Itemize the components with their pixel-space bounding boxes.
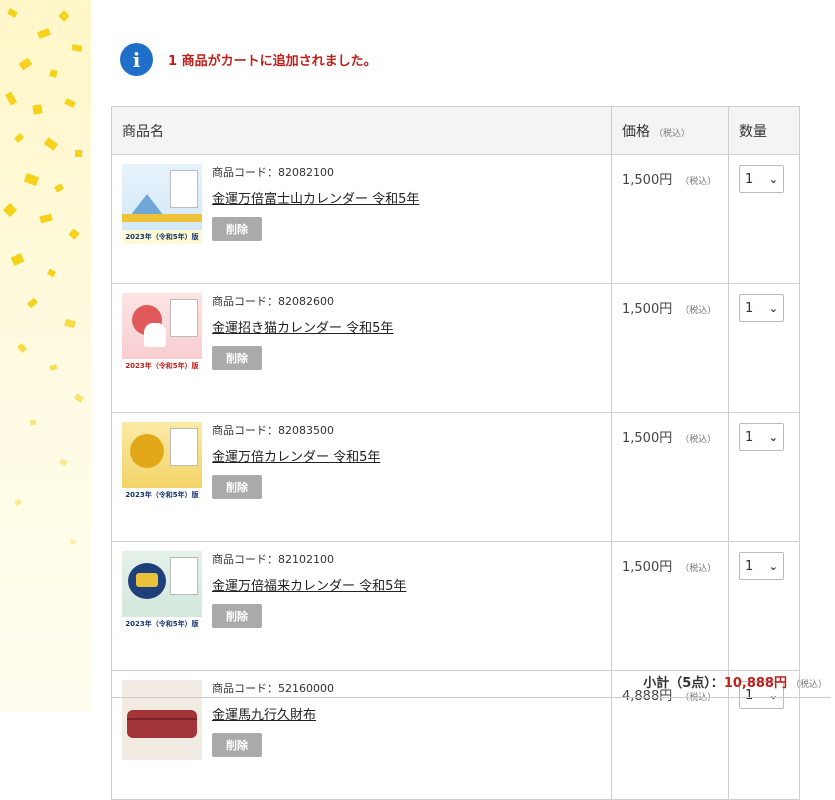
quantity-select[interactable]: 1 ⌄ [739,423,784,451]
delete-button[interactable]: 削除 [212,604,262,628]
product-code: 82082600 [278,295,334,308]
product-price: 1,500円 [622,560,673,575]
notice-message: 1 商品がカートに追加されました。 [168,54,377,69]
delete-button[interactable]: 削除 [212,217,262,241]
delete-button[interactable]: 削除 [212,475,262,499]
product-price: 1,500円 [622,302,673,317]
header-quantity: 数量 [728,106,800,155]
subtotal: 小計（5点）：10,888円 （税込） [643,672,827,691]
product-code: 52160000 [278,682,334,695]
info-icon: i [120,43,153,76]
product-name-link[interactable]: 金運万倍カレンダー 令和5年 [212,446,380,465]
delete-button[interactable]: 削除 [212,346,262,370]
table-row: 2023年（令和5年）版 商品コード：82082600 金運招き猫カレンダー 令… [111,283,800,413]
product-code: 82082100 [278,166,334,179]
quantity-select[interactable]: 1 ⌄ [739,294,784,322]
product-code: 82102100 [278,553,334,566]
subtotal-label: 小計（5点）： [643,676,724,691]
product-price: 1,500円 [622,431,673,446]
product-name-link[interactable]: 金運万倍富士山カレンダー 令和5年 [212,188,419,207]
product-name-link[interactable]: 金運馬九行久財布 [212,704,334,723]
product-code: 82083500 [278,424,334,437]
product-thumbnail[interactable]: 2023年（令和5年）版 [122,551,202,631]
cart-table: 商品名 価格 （税込） 数量 2023年（令和5年）版 商品コード：8208210… [111,106,800,800]
product-price: 1,500円 [622,173,673,188]
subtotal-amount: 10,888円 [723,676,787,691]
divider [111,697,831,698]
subtotal-tax: （税込） [790,680,827,690]
product-thumbnail[interactable]: 2023年（令和5年）版 [122,164,202,244]
product-thumbnail[interactable] [122,680,202,760]
table-row: 2023年（令和5年）版 商品コード：82083500 金運万倍カレンダー 令和… [111,412,800,542]
header-price: 価格 （税込） [611,106,729,155]
chevron-down-icon: ⌄ [768,559,778,573]
table-row: 2023年（令和5年）版 商品コード：82102100 金運万倍福来カレンダー … [111,541,800,671]
quantity-select[interactable]: 1 ⌄ [739,165,784,193]
cart-added-notice: i 1 商品がカートに追加されました。 [120,43,377,76]
header-product-name: 商品名 [111,106,612,155]
confetti-background [0,0,91,712]
chevron-down-icon: ⌄ [768,430,778,444]
chevron-down-icon: ⌄ [768,172,778,186]
product-name-link[interactable]: 金運万倍福来カレンダー 令和5年 [212,575,406,594]
product-name-link[interactable]: 金運招き猫カレンダー 令和5年 [212,317,393,336]
cart-table-header: 商品名 価格 （税込） 数量 [111,106,800,155]
quantity-select[interactable]: 1 ⌄ [739,552,784,580]
table-row: 2023年（令和5年）版 商品コード：82082100 金運万倍富士山カレンダー… [111,154,800,284]
product-thumbnail[interactable]: 2023年（令和5年）版 [122,293,202,373]
chevron-down-icon: ⌄ [768,301,778,315]
delete-button[interactable]: 削除 [212,733,262,757]
product-thumbnail[interactable]: 2023年（令和5年）版 [122,422,202,502]
